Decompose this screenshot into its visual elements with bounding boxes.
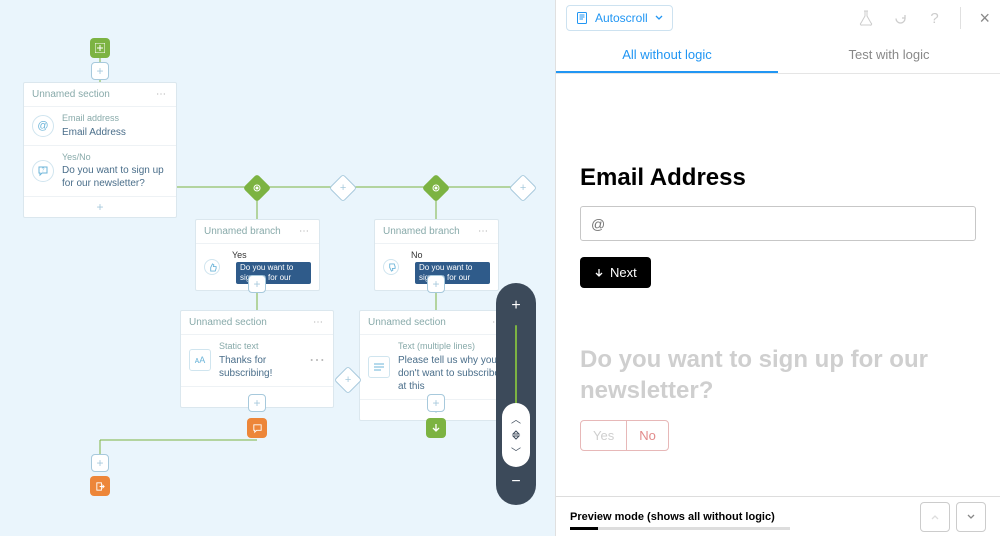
tab-all-without-logic[interactable]: All without logic [556, 36, 778, 73]
at-icon: @ [32, 115, 54, 137]
arrow-down-icon [594, 268, 604, 278]
next-button[interactable]: Next [580, 257, 651, 288]
svg-text:?: ? [42, 168, 45, 174]
zoom-handle[interactable]: ︿ ﹀ [502, 403, 530, 467]
chevron-down-icon: ﹀ [511, 444, 521, 459]
flow-canvas[interactable]: + Unnamed section ⋯ @ Email address Emai… [0, 0, 555, 536]
end-exit[interactable] [90, 476, 110, 496]
zoom-track[interactable]: ︿ ﹀ [515, 325, 517, 463]
branch-diamond-yes[interactable] [243, 174, 271, 202]
refresh-icon[interactable] [892, 10, 908, 26]
branch-diamond-no[interactable] [422, 174, 450, 202]
section-1[interactable]: Unnamed section ⋯ @ Email address Email … [23, 82, 177, 218]
thumbs-down-icon [383, 259, 399, 275]
help-icon[interactable]: ? [926, 10, 942, 26]
end-action-orange[interactable] [247, 418, 267, 438]
question-2-title: Do you want to sign up for our newslette… [580, 344, 976, 406]
chat-icon: ? [32, 160, 54, 182]
chevron-up-icon: ︿ [511, 411, 521, 426]
more-icon[interactable]: ⋯ [478, 226, 490, 237]
more-icon[interactable]: ⋯ [313, 317, 325, 328]
preview-content: Email Address Next Do you want to sign u… [556, 74, 1000, 496]
question-email[interactable]: @ Email address Email Address [24, 106, 176, 145]
next-nav-button[interactable] [956, 502, 986, 532]
add-branch-diamond[interactable]: + [329, 174, 357, 202]
add-question[interactable]: + [24, 196, 176, 217]
tab-test-with-logic[interactable]: Test with logic [778, 36, 1000, 73]
more-icon[interactable]: ⋯ [156, 89, 168, 100]
more-icon[interactable]: ⋯ [309, 350, 325, 370]
zoom-in[interactable]: + [511, 297, 520, 315]
thumbs-up-icon [204, 259, 220, 275]
add-connector[interactable]: + [91, 454, 109, 472]
progress-bar [570, 527, 790, 530]
add-merge-diamond[interactable]: + [334, 366, 362, 394]
zoom-control[interactable]: + ︿ ﹀ − [496, 283, 536, 505]
add-connector[interactable]: + [427, 275, 445, 293]
add-connector[interactable]: + [427, 394, 445, 412]
paragraph-icon [368, 356, 390, 378]
preview-mode-label: Preview mode (shows all without logic) [570, 511, 775, 523]
scroll-icon [575, 11, 589, 25]
section-title: Unnamed section [32, 89, 110, 100]
prev-button[interactable] [920, 502, 950, 532]
text-icon: ᴀA [189, 349, 211, 371]
submit-action[interactable] [426, 418, 446, 438]
question-yesno[interactable]: ? Yes/No Do you want to sign up for our … [24, 145, 176, 197]
question-title: Email Address [580, 164, 976, 192]
more-icon[interactable]: ⋯ [299, 226, 311, 237]
option-yes[interactable]: Yes [581, 421, 626, 450]
add-branch-diamond-2[interactable]: + [509, 174, 537, 202]
add-connector[interactable]: + [248, 275, 266, 293]
fit-icon [510, 429, 522, 441]
flask-icon[interactable] [858, 10, 874, 26]
add-connector[interactable]: + [91, 62, 109, 80]
start-node[interactable] [90, 38, 110, 58]
close-icon[interactable]: × [979, 8, 990, 29]
preview-panel: Autoscroll ? × All without logic Test wi… [555, 0, 1000, 536]
zoom-out[interactable]: − [511, 473, 520, 491]
chevron-down-icon [654, 13, 664, 23]
email-field[interactable] [580, 206, 976, 241]
add-connector[interactable]: + [248, 394, 266, 412]
autoscroll-dropdown[interactable]: Autoscroll [566, 5, 673, 31]
option-no[interactable]: No [626, 421, 668, 450]
yes-no-group: Yes No [580, 420, 669, 451]
